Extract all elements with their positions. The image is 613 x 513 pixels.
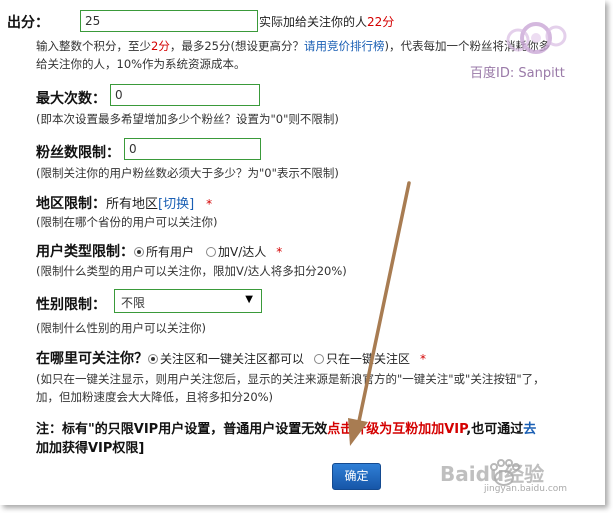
annotation-arrow-icon [348, 181, 411, 446]
settings-panel: 出分： 实际加给关注你的人22分 输入整数个积分，至少2分，最多25分(想设更高… [0, 0, 605, 505]
